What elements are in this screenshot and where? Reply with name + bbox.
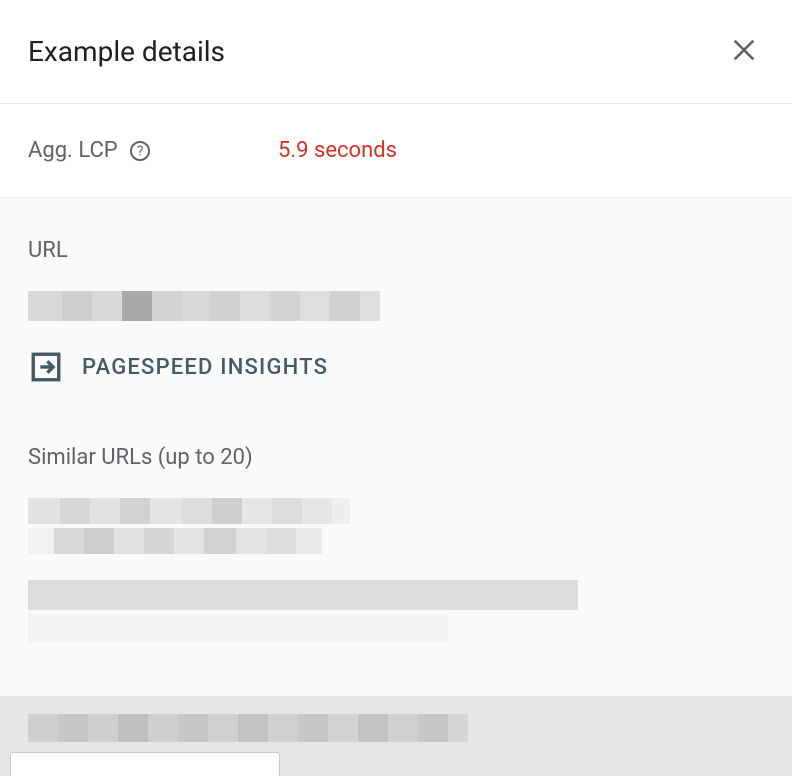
list-item[interactable]	[28, 714, 468, 742]
open-external-icon	[28, 349, 64, 385]
url-section-label: URL	[28, 238, 764, 263]
details-body: URL PAGESPEED INSI	[0, 198, 792, 776]
similar-urls-list	[28, 498, 764, 642]
panel-header: Example details	[0, 0, 792, 104]
agg-lcp-label: Agg. LCP	[28, 138, 118, 163]
list-item[interactable]	[28, 580, 764, 642]
list-item[interactable]	[28, 498, 764, 554]
url-redacted	[28, 291, 764, 321]
agg-lcp-row: Agg. LCP ? 5.9 seconds	[0, 104, 792, 198]
similar-urls-label: Similar URLs (up to 20)	[28, 445, 764, 470]
close-icon	[730, 36, 758, 67]
svg-text:?: ?	[136, 143, 143, 159]
pagespeed-insights-label: PAGESPEED INSIGHTS	[82, 355, 328, 380]
panel-title: Example details	[28, 35, 225, 68]
bottom-chip[interactable]	[10, 752, 280, 776]
help-icon[interactable]: ?	[128, 139, 152, 163]
close-button[interactable]	[724, 30, 764, 73]
pagespeed-insights-link[interactable]: PAGESPEED INSIGHTS	[28, 349, 328, 385]
agg-lcp-value: 5.9 seconds	[278, 138, 397, 163]
bottom-bar	[0, 696, 792, 776]
example-details-panel: Example details Agg. LCP ? 5.9 seconds U…	[0, 0, 792, 776]
agg-lcp-label-group: Agg. LCP ?	[28, 138, 278, 163]
